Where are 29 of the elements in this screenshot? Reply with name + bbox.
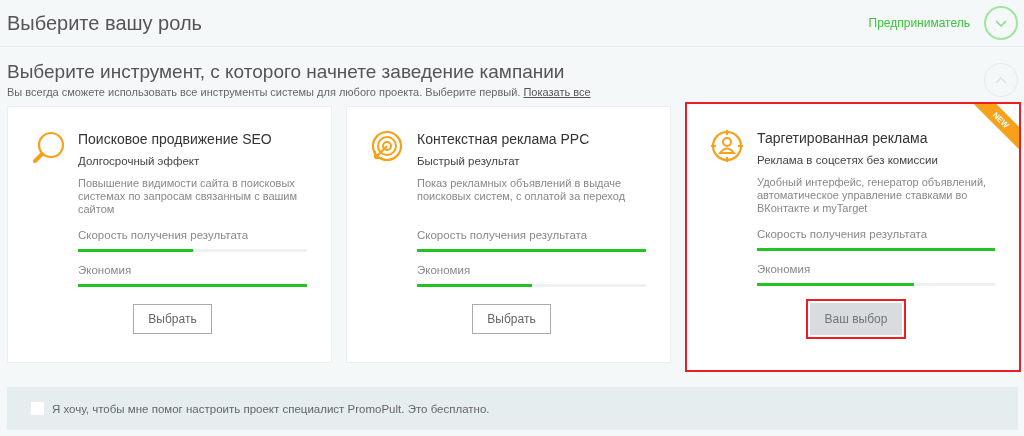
- selected-role: Предприниматель: [868, 16, 970, 30]
- select-button[interactable]: Выбрать: [133, 304, 212, 334]
- card-subtitle: Долгосрочный эффект: [78, 155, 201, 167]
- card-description: Удобный интерфейс, генератор объявлений, автоматическое управление ставками во ВКонтакте и myTarget: [757, 176, 988, 216]
- target-person-icon: [709, 128, 745, 164]
- meter-label: Скорость получения результата: [757, 228, 929, 240]
- checkbox-label: Я хочу, чтобы мне помог настроить проект специалист PromoPult. Это бесплатно.: [52, 402, 490, 415]
- card-description: Повышение видимости сайта в поисковых системах по запросам связанным с вашим сайтом: [78, 177, 299, 217]
- show-all-link[interactable]: Показать все: [523, 86, 591, 98]
- card-description: Показ рекламных объявлений в выдаче поисковых систем, с оплатой за переход: [417, 177, 627, 204]
- meter-label: Скорость получения результата: [78, 229, 250, 241]
- meter-label: Экономия: [78, 264, 133, 276]
- meter-label: Экономия: [417, 264, 472, 276]
- section-title: Выберите инструмент, с которого начнете заведение кампании: [7, 61, 566, 83]
- select-button[interactable]: Выбрать: [472, 304, 551, 334]
- card-subtitle: Быстрый результат: [417, 155, 521, 167]
- card-title: Поисковое продвижение SEO: [78, 131, 273, 147]
- card-subtitle: Реклама в соцсетях без комиссии: [757, 154, 939, 166]
- search-icon: [30, 129, 66, 165]
- card-title: Контекстная реклама PPC: [417, 131, 591, 147]
- section-title: Выберите вашу роль: [7, 11, 202, 35]
- card-title: Таргетированная реклама: [757, 130, 929, 146]
- chevron-up-icon: [995, 75, 1007, 85]
- meter-label: Экономия: [757, 263, 812, 275]
- meter-label: Скорость получения результата: [417, 229, 589, 241]
- collapse-button[interactable]: [984, 6, 1018, 40]
- chevron-down-icon: [995, 18, 1007, 28]
- hint-text: Вы всегда сможете использовать все инструменты системы для любого проекта. Выберите первый. Показать все: [7, 86, 591, 98]
- checkbox[interactable]: [31, 402, 44, 415]
